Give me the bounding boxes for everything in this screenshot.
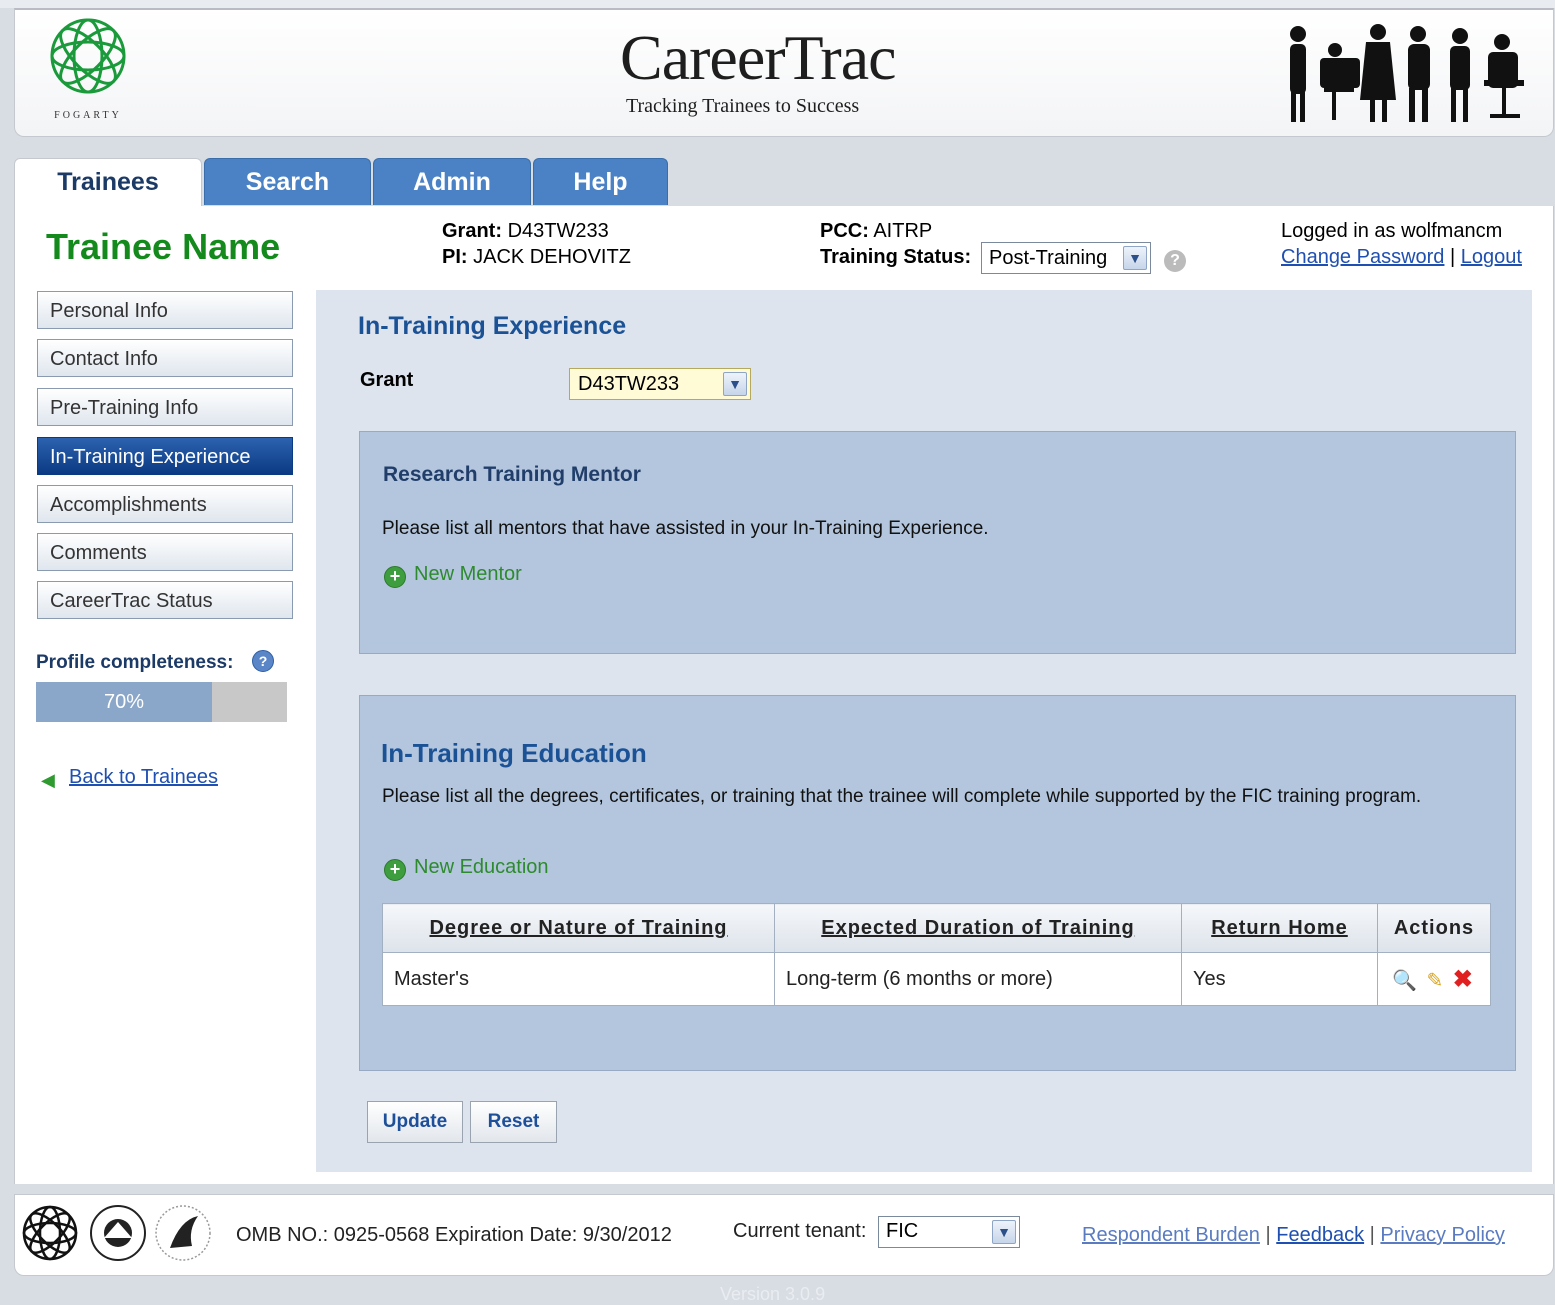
agency-logos-image [22, 1205, 211, 1261]
link-separator: | [1369, 1224, 1375, 1246]
respondent-burden-link[interactable]: Respondent Burden [1082, 1224, 1260, 1246]
cell-degree: Master's [382, 952, 775, 1006]
mentor-section-title: Research Training Mentor [383, 463, 641, 486]
magnifier-icon[interactable]: 🔍 [1392, 968, 1417, 993]
education-table: Degree or Nature of Training Expected Du… [382, 903, 1491, 1006]
training-status-select[interactable]: Post-Training ▼ [981, 242, 1151, 274]
pencil-icon[interactable]: ✎ [1426, 968, 1443, 993]
pcc-info-value: AITRP [873, 220, 933, 242]
column-header-degree[interactable]: Degree or Nature of Training [382, 903, 775, 953]
feedback-link[interactable]: Feedback [1276, 1224, 1364, 1246]
pcc-info-label: PCC: [820, 220, 869, 242]
link-separator: | [1450, 246, 1456, 268]
new-education-label: New Education [414, 856, 549, 878]
omb-text: OMB NO.: 0925-0568 Expiration Date: 9/30… [236, 1224, 672, 1246]
pi-info-value: JACK DEHOVITZ [473, 246, 631, 268]
top-strip [0, 0, 1555, 8]
tab-search[interactable]: Search [204, 158, 371, 205]
new-mentor-label: New Mentor [414, 563, 522, 585]
trainee-name-heading: Trainee Name [46, 226, 281, 267]
update-button[interactable]: Update [367, 1101, 463, 1143]
logged-in-text: Logged in as wolfmancm [1281, 220, 1503, 242]
tab-admin[interactable]: Admin [373, 158, 531, 205]
back-to-trainees-link[interactable]: Back to Trainees [69, 766, 218, 789]
pi-info: PI: JACK DEHOVITZ [442, 246, 631, 269]
plus-circle-icon: + [384, 859, 406, 881]
education-section-title: In-Training Education [381, 738, 647, 768]
sidebar-item-pre-training-info[interactable]: Pre-Training Info [37, 388, 293, 426]
new-education-button[interactable]: + New Education [384, 856, 549, 881]
grant-select[interactable]: D43TW233 ▼ [569, 368, 751, 400]
education-section: In-Training Education Please list all th… [359, 695, 1516, 1071]
plus-circle-icon: + [384, 566, 406, 588]
tenant-select-value: FIC [886, 1220, 919, 1242]
mentor-section-description: Please list all mentors that have assist… [382, 518, 989, 539]
sidebar-item-contact-info[interactable]: Contact Info [37, 339, 293, 377]
tab-trainees[interactable]: Trainees [14, 158, 202, 209]
training-status-value: Post-Training [989, 247, 1108, 269]
footer-links: Respondent Burden | Feedback | Privacy P… [1082, 1224, 1505, 1247]
account-links: Change Password | Logout [1281, 246, 1522, 269]
version-text: Version 3.0.9 [720, 1284, 826, 1304]
tab-help[interactable]: Help [533, 158, 668, 205]
tenant-label: Current tenant: [733, 1220, 867, 1242]
brand-title: CareerTrac [620, 22, 896, 93]
sidebar-item-careertrac-status[interactable]: CareerTrac Status [37, 581, 293, 619]
cell-actions: 🔍 ✎ ✖ [1377, 952, 1491, 1006]
column-header-actions: Actions [1377, 903, 1491, 953]
people-silhouettes-image [1290, 24, 1524, 122]
table-row: Master's Long-term (6 months or more) Ye… [382, 952, 1491, 1006]
question-icon[interactable]: ? [1164, 250, 1186, 272]
chevron-down-icon[interactable]: ▼ [992, 1220, 1016, 1244]
education-section-description: Please list all the degrees, certificate… [382, 786, 1422, 807]
fogarty-logo: FOGARTY [50, 18, 126, 121]
brand-subtitle: Tracking Trainees to Success [626, 95, 860, 117]
tenant-select[interactable]: FIC ▼ [878, 1216, 1020, 1248]
chevron-down-icon[interactable]: ▼ [723, 372, 747, 396]
change-password-link[interactable]: Change Password [1281, 246, 1444, 268]
profile-progress-bar: 70% [36, 682, 287, 722]
profile-completeness-label: Profile completeness: [36, 652, 234, 673]
grant-field-label: Grant [360, 369, 414, 391]
privacy-policy-link[interactable]: Privacy Policy [1380, 1224, 1504, 1246]
grant-info: Grant: D43TW233 [442, 220, 609, 243]
question-icon[interactable]: ? [252, 650, 274, 672]
cell-return-home: Yes [1181, 952, 1378, 1006]
link-separator: | [1265, 1224, 1271, 1246]
sidebar-item-in-training-experience[interactable]: In-Training Experience [37, 437, 293, 475]
column-header-return-home[interactable]: Return Home [1181, 903, 1378, 953]
profile-progress-text: 70% [103, 691, 145, 713]
sidebar-item-personal-info[interactable]: Personal Info [37, 291, 293, 329]
grant-info-label: Grant: [442, 220, 502, 242]
sidebar-item-comments[interactable]: Comments [37, 533, 293, 571]
column-header-duration[interactable]: Expected Duration of Training [774, 903, 1182, 953]
sidebar-item-accomplishments[interactable]: Accomplishments [37, 485, 293, 523]
reset-button[interactable]: Reset [470, 1101, 557, 1143]
cell-duration: Long-term (6 months or more) [774, 952, 1182, 1006]
logout-link[interactable]: Logout [1461, 246, 1522, 268]
red-x-icon[interactable]: ✖ [1453, 965, 1473, 994]
fogarty-logo-text: FOGARTY [54, 110, 122, 121]
left-arrow-icon[interactable]: ◀ [41, 770, 55, 791]
new-mentor-button[interactable]: + New Mentor [384, 563, 522, 588]
table-header-row: Degree or Nature of Training Expected Du… [382, 903, 1491, 953]
pcc-info: PCC: AITRP [820, 220, 932, 243]
training-status-label: Training Status: [820, 246, 972, 268]
chevron-down-icon[interactable]: ▼ [1123, 246, 1147, 270]
grant-select-value: D43TW233 [578, 373, 680, 395]
mentor-section: Research Training Mentor Please list all… [359, 431, 1516, 654]
pi-info-label: PI: [442, 246, 468, 268]
grant-info-value: D43TW233 [507, 220, 609, 242]
page-title: In-Training Experience [358, 312, 627, 340]
